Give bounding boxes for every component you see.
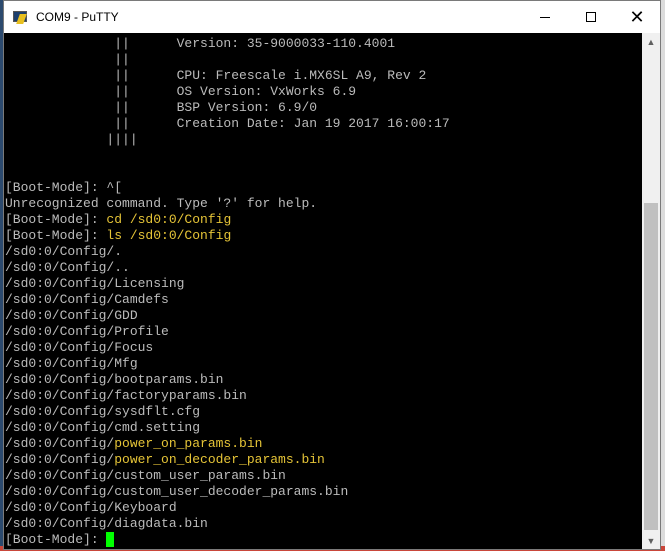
terminal-line: /sd0:0/Config/Mfg — [4, 356, 642, 372]
title-bar[interactable]: COM9 - PuTTY ✕ — [4, 1, 660, 33]
terminal-line: [Boot-Mode]: ^[ — [4, 180, 642, 196]
terminal-line: /sd0:0/Config/. — [4, 244, 642, 260]
terminal-line-highlight: cd /sd0:0/Config — [106, 212, 232, 227]
terminal-line-text: /sd0:0/Config/Licensing — [5, 276, 185, 291]
terminal-line: /sd0:0/Config/custom_user_params.bin — [4, 468, 642, 484]
terminal-line-text: /sd0:0/Config/Camdefs — [5, 292, 169, 307]
terminal-line: /sd0:0/Config/bootparams.bin — [4, 372, 642, 388]
terminal-line: /sd0:0/Config/sysdflt.cfg — [4, 404, 642, 420]
minimize-icon — [540, 16, 550, 18]
scroll-down-icon[interactable]: ▼ — [642, 532, 660, 549]
terminal-line-highlight: power_on_decoder_params.bin — [114, 452, 325, 467]
terminal-line: || — [4, 52, 642, 68]
terminal-line-text: /sd0:0/Config/custom_user_decoder_params… — [5, 484, 349, 499]
terminal-line-text: || OS Version: VxWorks 6.9 — [5, 84, 357, 99]
terminal-line-text: || — [5, 52, 130, 67]
putty-window: COM9 - PuTTY ✕ || Version: 35-9000033-11… — [3, 0, 661, 550]
terminal-line-text: /sd0:0/Config/ — [5, 436, 115, 451]
terminal-line-text: || Version: 35-9000033-110.4001 — [5, 36, 396, 51]
putty-app-icon[interactable] — [12, 9, 28, 25]
terminal-line: /sd0:0/Config/Keyboard — [4, 500, 642, 516]
terminal-line: || Creation Date: Jan 19 2017 16:00:17 — [4, 116, 642, 132]
prompt-line[interactable]: [Boot-Mode]: — [4, 532, 642, 548]
terminal-line-text: /sd0:0/Config/factoryparams.bin — [5, 388, 247, 403]
terminal-line-text: || Creation Date: Jan 19 2017 16:00:17 — [5, 116, 450, 131]
terminal-line-highlight: ls /sd0:0/Config — [106, 228, 232, 243]
terminal-line-text: /sd0:0/Config/sysdflt.cfg — [5, 404, 201, 419]
terminal-line-text: /sd0:0/Config/ — [5, 452, 115, 467]
terminal-line-text: /sd0:0/Config/Mfg — [5, 356, 138, 371]
scrollbar-thumb[interactable] — [644, 203, 658, 530]
maximize-button[interactable] — [568, 1, 614, 33]
terminal-line: /sd0:0/Config/custom_user_decoder_params… — [4, 484, 642, 500]
terminal-line: Unrecognized command. Type '?' for help. — [4, 196, 642, 212]
vertical-scrollbar[interactable]: ▲ ▼ — [642, 33, 660, 549]
terminal-line-text: [Boot-Mode]: — [5, 212, 107, 227]
terminal-line: /sd0:0/Config/Focus — [4, 340, 642, 356]
terminal-line-text: /sd0:0/Config/Profile — [5, 324, 169, 339]
terminal-output[interactable]: || Version: 35-9000033-110.4001 || || CP… — [4, 33, 642, 549]
terminal-line: /sd0:0/Config/Profile — [4, 324, 642, 340]
terminal-line: /sd0:0/Config/Camdefs — [4, 292, 642, 308]
terminal-line: /sd0:0/Config/cmd.setting — [4, 420, 642, 436]
terminal-line-text: /sd0:0/Config/bootparams.bin — [5, 372, 224, 387]
terminal-line-text: [Boot-Mode]: — [5, 228, 107, 243]
terminal-line-text: /sd0:0/Config/.. — [5, 260, 130, 275]
terminal-line-text: /sd0:0/Config/diagdata.bin — [5, 516, 208, 531]
terminal-line: /sd0:0/Config/GDD — [4, 308, 642, 324]
minimize-button[interactable] — [522, 1, 568, 33]
maximize-icon — [586, 12, 596, 22]
terminal-line: || OS Version: VxWorks 6.9 — [4, 84, 642, 100]
prompt-text: [Boot-Mode]: — [5, 532, 107, 547]
text-cursor — [106, 532, 115, 547]
terminal-line-text: /sd0:0/Config/Focus — [5, 340, 154, 355]
close-button[interactable]: ✕ — [614, 1, 660, 33]
desktop-background-right — [661, 0, 665, 551]
terminal-line-text: /sd0:0/Config/cmd.setting — [5, 420, 201, 435]
terminal-line: || BSP Version: 6.9/0 — [4, 100, 642, 116]
terminal-line-text: /sd0:0/Config/. — [5, 244, 123, 259]
terminal-line: /sd0:0/Config/.. — [4, 260, 642, 276]
terminal-line: /sd0:0/Config/diagdata.bin — [4, 516, 642, 532]
terminal-line: /sd0:0/Config/Licensing — [4, 276, 642, 292]
window-title: COM9 - PuTTY — [36, 10, 119, 24]
terminal-line: /sd0:0/Config/power_on_decoder_params.bi… — [4, 452, 642, 468]
scroll-up-icon[interactable]: ▲ — [642, 33, 660, 50]
terminal-line: /sd0:0/Config/power_on_params.bin — [4, 436, 642, 452]
terminal-line-text: /sd0:0/Config/custom_user_params.bin — [5, 468, 286, 483]
terminal-line: || CPU: Freescale i.MX6SL A9, Rev 2 — [4, 68, 642, 84]
terminal-line: || Version: 35-9000033-110.4001 — [4, 36, 642, 52]
terminal-line-text: /sd0:0/Config/Keyboard — [5, 500, 177, 515]
terminal-line-highlight: power_on_params.bin — [114, 436, 263, 451]
terminal-line: [Boot-Mode]: cd /sd0:0/Config — [4, 212, 642, 228]
terminal-line: |||| — [4, 132, 642, 148]
terminal-line-text: || CPU: Freescale i.MX6SL A9, Rev 2 — [5, 68, 427, 83]
terminal-line-text: |||| — [5, 132, 138, 147]
terminal-line-text: [Boot-Mode]: ^[ — [5, 180, 123, 195]
terminal-line-text: /sd0:0/Config/GDD — [5, 308, 138, 323]
close-icon: ✕ — [629, 6, 645, 27]
terminal-line-text: || BSP Version: 6.9/0 — [5, 100, 318, 115]
terminal-line-text: Unrecognized command. Type '?' for help. — [5, 196, 318, 211]
terminal-line: /sd0:0/Config/factoryparams.bin — [4, 388, 642, 404]
terminal-line: [Boot-Mode]: ls /sd0:0/Config — [4, 228, 642, 244]
